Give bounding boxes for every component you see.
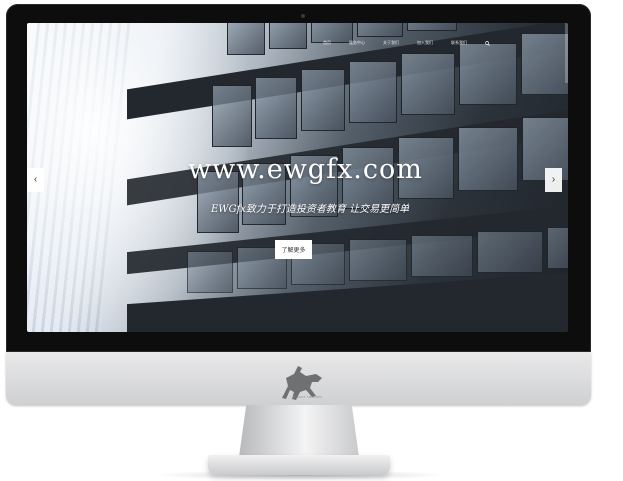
monitor-neck — [239, 405, 359, 457]
learn-more-button[interactable]: 了解更多 — [275, 240, 312, 259]
nav-item-services[interactable]: 服务中心 — [349, 40, 365, 46]
hero-subtitle: EWGfx致力于打造投资者教育 让交易更简单 — [211, 204, 410, 215]
website-screen: 首页 服务中心 关于我们 加入我们 联系我们 ‹ › www.ewgfx.com… — [27, 23, 568, 332]
search-icon[interactable] — [485, 40, 490, 46]
camera-dot — [301, 14, 305, 18]
scrollbar[interactable] — [565, 23, 568, 83]
nav-item-home[interactable]: 首页 — [323, 40, 331, 46]
monitor-base — [208, 455, 390, 475]
nav-item-contact[interactable]: 联系我们 — [451, 40, 467, 46]
carousel-next-button[interactable]: › — [545, 168, 562, 192]
chevron-right-icon: › — [551, 174, 556, 185]
nav-item-join[interactable]: 加入我们 — [417, 40, 433, 46]
nav-item-about[interactable]: 关于我们 — [383, 40, 399, 46]
top-nav: 首页 服务中心 关于我们 加入我们 联系我们 — [323, 40, 490, 46]
chevron-left-icon: ‹ — [33, 174, 38, 185]
hero-title: www.ewgfx.com — [188, 154, 423, 185]
logo-text: EWGFX TRADING — [293, 395, 323, 399]
carousel-prev-button[interactable]: ‹ — [27, 168, 44, 192]
monitor-mockup: 首页 服务中心 关于我们 加入我们 联系我们 ‹ › www.ewgfx.com… — [0, 0, 623, 481]
